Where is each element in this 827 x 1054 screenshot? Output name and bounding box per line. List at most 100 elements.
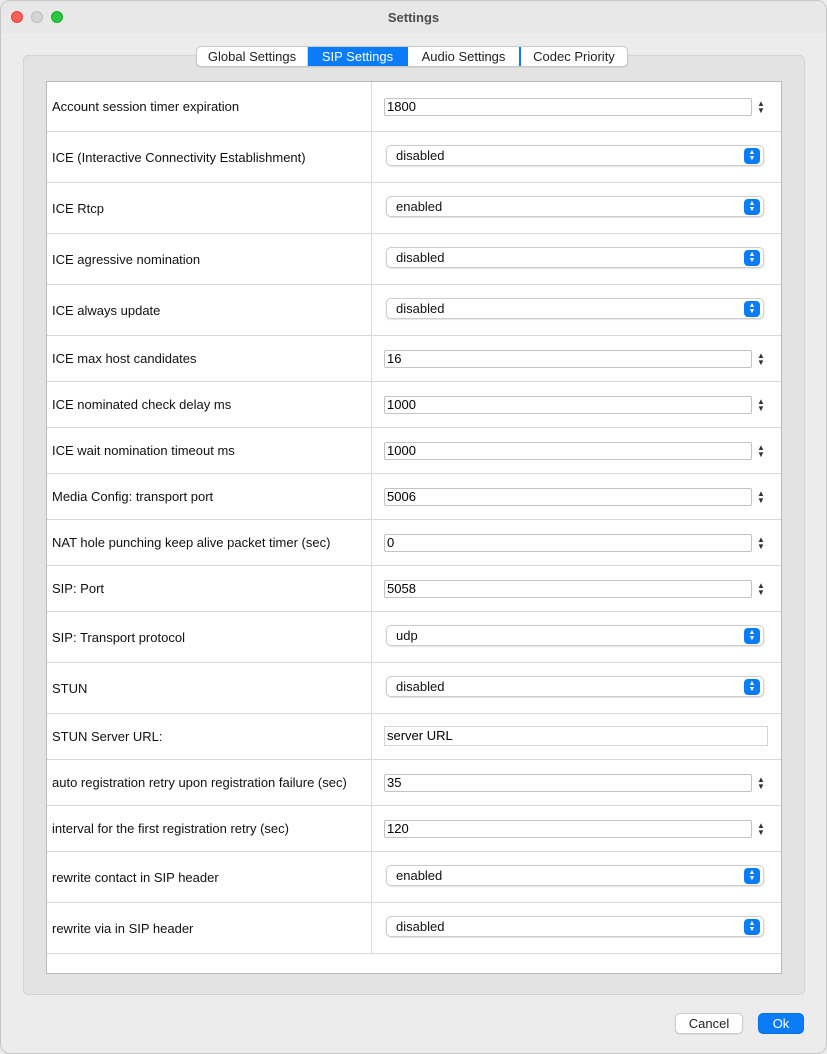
column-divider [371,612,372,662]
first-registration-retry-spinbox[interactable]: 120 ▲ ▼ [384,820,770,838]
ice-always-update-select[interactable]: disabled ▲ ▼ [386,298,764,319]
ok-button[interactable]: Ok [758,1013,804,1034]
tab-global-settings[interactable]: Global Settings [197,47,308,66]
tab-sip-settings[interactable]: SIP Settings [308,47,408,66]
setting-label: ICE always update [52,302,161,318]
stepper-arrows[interactable]: ▲ ▼ [755,580,767,598]
settings-window: Settings Global Settings SIP Settings Au… [0,0,827,1054]
ice-wait-nomination-spinbox[interactable]: 1000 ▲ ▼ [384,442,770,460]
rewrite-contact-select[interactable]: enabled ▲ ▼ [386,865,764,886]
select-chevron-icon: ▲ ▼ [744,867,760,884]
ice-max-host-spinbox[interactable]: 16 ▲ ▼ [384,350,770,368]
stepper-arrows[interactable]: ▲ ▼ [755,774,767,792]
stun-server-url-input[interactable]: server URL [384,726,768,746]
column-divider [371,663,372,713]
setting-label: ICE wait nomination timeout ms [52,443,235,458]
table-row: rewrite contact in SIP header enabled ▲ ▼ [47,852,781,903]
setting-label: NAT hole punching keep alive packet time… [52,535,331,550]
setting-label: Account session timer expiration [52,99,240,114]
select-chevron-icon: ▲ ▼ [744,300,760,317]
column-divider [371,903,372,953]
select-chevron-icon: ▲ ▼ [744,918,760,935]
stepper-arrows[interactable]: ▲ ▼ [755,534,767,552]
ice-always-update-value: disabled [396,301,445,316]
ice-nominated-delay-spinbox[interactable]: 1000 ▲ ▼ [384,396,770,414]
column-divider [371,336,372,381]
sip-port-field[interactable]: 5058 [384,580,752,598]
setting-label: ICE nominated check delay ms [52,397,232,412]
media-transport-port-field[interactable]: 5006 [384,488,752,506]
setting-label: Media Config: transport port [52,489,214,504]
stepper-arrows[interactable]: ▲ ▼ [755,98,767,116]
chevron-down-icon[interactable]: ▼ [757,497,765,505]
chevron-down-icon[interactable]: ▼ [757,783,765,791]
ice-select[interactable]: disabled ▲ ▼ [386,145,764,166]
select-chevron-icon: ▲ ▼ [744,147,760,164]
tab-audio-settings[interactable]: Audio Settings [408,47,521,66]
minimize-window-button[interactable] [31,11,43,23]
setting-label: ICE Rtcp [52,200,105,216]
setting-label: STUN Server URL: [52,729,163,744]
close-window-button[interactable] [11,11,23,23]
setting-label: SIP: Transport protocol [52,629,185,645]
stepper-arrows[interactable]: ▲ ▼ [755,488,767,506]
chevron-down-icon[interactable]: ▼ [757,543,765,551]
account-session-timer-spinbox[interactable]: 1800 ▲ ▼ [384,98,770,116]
maximize-window-button[interactable] [51,11,63,23]
table-row: ICE Rtcp enabled ▲ ▼ [47,183,781,234]
setting-label: STUN [52,680,88,696]
table-row: SIP: Transport protocol udp ▲ ▼ [47,612,781,663]
table-row: ICE max host candidates 16 ▲ ▼ [47,336,781,382]
ice-select-value: disabled [396,148,445,163]
chevron-down-icon[interactable]: ▼ [757,405,765,413]
table-row: ICE always update disabled ▲ ▼ [47,285,781,336]
column-divider [371,183,372,233]
chevron-down-icon[interactable]: ▼ [757,829,765,837]
chevron-down-icon[interactable]: ▼ [757,589,765,597]
rewrite-via-select[interactable]: disabled ▲ ▼ [386,916,764,937]
ice-aggressive-nomination-select[interactable]: disabled ▲ ▼ [386,247,764,268]
table-row: STUN disabled ▲ ▼ [47,663,781,714]
tab-codec-priority[interactable]: Codec Priority [521,47,627,66]
table-row: Account session timer expiration 1800 ▲ ▼ [47,82,781,132]
ice-nominated-delay-field[interactable]: 1000 [384,396,752,414]
table-row: Media Config: transport port 5006 ▲ ▼ [47,474,781,520]
nat-keepalive-spinbox[interactable]: 0 ▲ ▼ [384,534,770,552]
stepper-arrows[interactable]: ▲ ▼ [755,820,767,838]
ice-wait-nomination-field[interactable]: 1000 [384,442,752,460]
stepper-arrows[interactable]: ▲ ▼ [755,396,767,414]
sip-transport-select[interactable]: udp ▲ ▼ [386,625,764,646]
stun-select[interactable]: disabled ▲ ▼ [386,676,764,697]
ice-rtcp-select[interactable]: enabled ▲ ▼ [386,196,764,217]
table-row: ICE (Interactive Connectivity Establishm… [47,132,781,183]
setting-label: rewrite via in SIP header [52,920,194,936]
column-divider [371,520,372,565]
media-transport-port-spinbox[interactable]: 5006 ▲ ▼ [384,488,770,506]
setting-label: ICE agressive nomination [52,251,201,267]
auto-registration-retry-field[interactable]: 35 [384,774,752,792]
column-divider [371,428,372,473]
settings-table: Account session timer expiration 1800 ▲ ▼… [46,81,782,974]
stepper-arrows[interactable]: ▲ ▼ [755,350,767,368]
column-divider [371,382,372,427]
title-bar: Settings [1,1,826,33]
table-row: rewrite via in SIP header disabled ▲ ▼ [47,903,781,954]
column-divider [371,852,372,902]
rewrite-contact-value: enabled [396,868,443,883]
chevron-down-icon[interactable]: ▼ [757,451,765,459]
account-session-timer-field[interactable]: 1800 [384,98,752,116]
sip-port-spinbox[interactable]: 5058 ▲ ▼ [384,580,770,598]
nat-keepalive-field[interactable]: 0 [384,534,752,552]
column-divider [371,474,372,519]
ice-aggressive-nomination-value: disabled [396,250,445,265]
setting-label: ICE (Interactive Connectivity Establishm… [52,149,306,165]
auto-registration-retry-spinbox[interactable]: 35 ▲ ▼ [384,774,770,792]
ice-max-host-field[interactable]: 16 [384,350,752,368]
cancel-button[interactable]: Cancel [675,1013,743,1034]
stepper-arrows[interactable]: ▲ ▼ [755,442,767,460]
first-registration-retry-field[interactable]: 120 [384,820,752,838]
chevron-down-icon[interactable]: ▼ [757,107,765,115]
chevron-down-icon[interactable]: ▼ [757,359,765,367]
stun-select-value: disabled [396,679,445,694]
setting-label: auto registration retry upon registratio… [52,775,347,790]
